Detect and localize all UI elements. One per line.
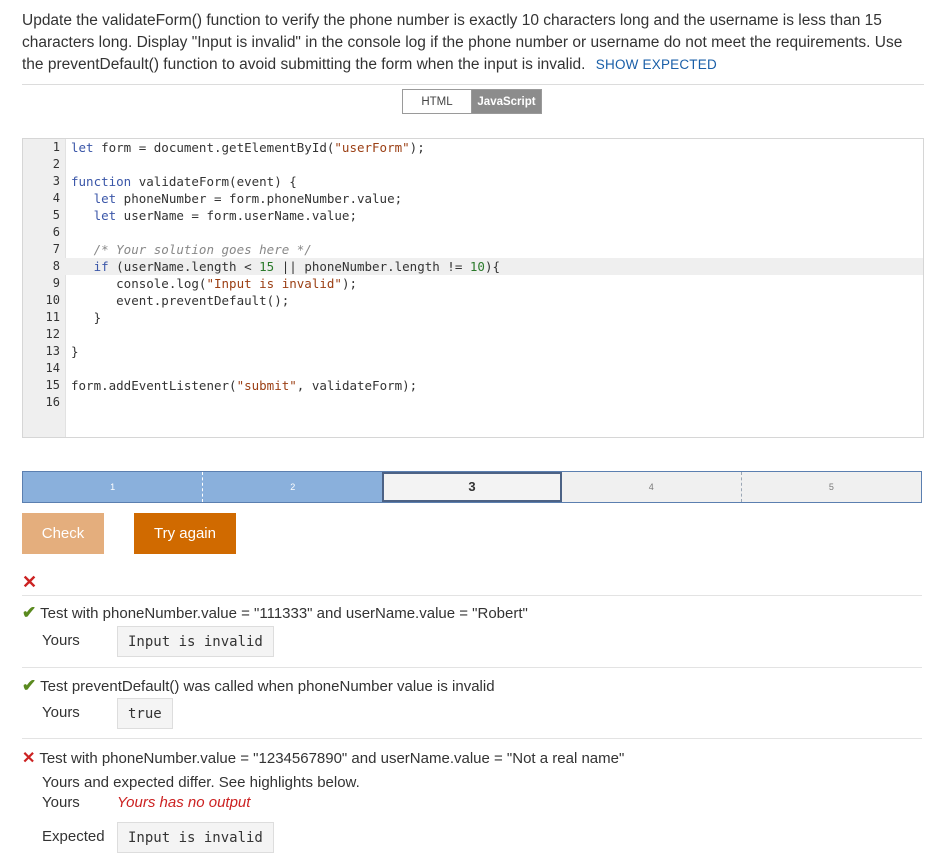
instructions-text: Update the validateForm() function to ve… — [22, 12, 903, 73]
yours-output: Input is invalid — [117, 626, 274, 657]
divider — [22, 667, 922, 668]
x-icon: ✕ — [22, 572, 38, 592]
code-text[interactable]: console.log("Input is invalid"); — [71, 275, 357, 292]
language-tabs: HTML JavaScript — [402, 89, 542, 114]
code-line[interactable]: 5 let userName = form.userName.value; — [23, 207, 923, 224]
tab-html[interactable]: HTML — [402, 89, 472, 114]
test-title: Test preventDefault() was called when ph… — [40, 678, 495, 695]
diff-message: Yours and expected differ. See highlight… — [42, 774, 360, 791]
divider — [22, 738, 922, 739]
expected-label: Expected — [42, 828, 105, 845]
check-button[interactable]: Check — [22, 513, 104, 554]
checkmark-icon: ✔ — [22, 603, 37, 622]
level-5-segment[interactable]: 5 — [741, 472, 922, 502]
line-number: 5 — [52, 208, 60, 222]
code-line[interactable]: 6 — [23, 224, 923, 241]
level-4-segment[interactable]: 4 — [561, 472, 742, 502]
code-text[interactable]: function validateForm(event) { — [71, 173, 297, 190]
test-result-2: ✔ Test preventDefault() was called when … — [22, 675, 922, 730]
code-line[interactable]: 12 — [23, 326, 923, 343]
yours-label: Yours — [42, 704, 80, 721]
line-number: 1 — [52, 140, 60, 154]
code-text[interactable]: /* Your solution goes here */ — [71, 241, 312, 258]
divider — [22, 595, 922, 596]
divider — [22, 84, 924, 85]
line-number: 2 — [52, 157, 60, 171]
code-line[interactable]: 1 let form = document.getElementById("use… — [23, 139, 923, 156]
line-number: 8 — [52, 259, 60, 273]
code-text[interactable]: let form = document.getElementById("user… — [71, 139, 425, 156]
line-number: 11 — [45, 310, 60, 324]
yours-output: true — [117, 698, 173, 729]
code-text[interactable]: } — [71, 309, 102, 326]
code-line[interactable]: 14 — [23, 360, 923, 377]
code-line[interactable]: 7 /* Your solution goes here */ — [23, 241, 923, 258]
no-output-message: Yours has no output — [117, 794, 251, 811]
line-number: 4 — [52, 191, 60, 205]
try-again-button[interactable]: Try again — [134, 513, 236, 554]
code-line[interactable]: 10 event.preventDefault(); — [23, 292, 923, 309]
line-number: 3 — [52, 174, 60, 188]
line-number: 12 — [45, 327, 60, 341]
line-number: 9 — [52, 276, 60, 290]
code-line[interactable]: 8 if (userName.length < 15 || phoneNumbe… — [23, 258, 923, 275]
code-text[interactable]: } — [71, 343, 79, 360]
tab-javascript[interactable]: JavaScript — [472, 89, 542, 114]
checkmark-icon: ✔ — [22, 676, 37, 695]
code-line[interactable]: 11 } — [23, 309, 923, 326]
code-line[interactable]: 9 console.log("Input is invalid"); — [23, 275, 923, 292]
test-title: Test with phoneNumber.value = "111333" a… — [40, 605, 528, 622]
code-text[interactable]: let phoneNumber = form.phoneNumber.value… — [71, 190, 403, 207]
line-number: 10 — [45, 293, 60, 307]
code-line[interactable]: 16 — [23, 394, 923, 411]
show-expected-link[interactable]: SHOW EXPECTED — [596, 57, 717, 72]
code-line[interactable]: 13} — [23, 343, 923, 360]
line-number: 15 — [45, 378, 60, 392]
code-text[interactable]: event.preventDefault(); — [71, 292, 289, 309]
line-number: 13 — [45, 344, 60, 358]
code-line[interactable]: 2 — [23, 156, 923, 173]
yours-label: Yours — [42, 632, 80, 649]
test-result-3: ✕ Test with phoneNumber.value = "1234567… — [22, 748, 922, 854]
level-2-segment[interactable]: 2 — [203, 472, 383, 502]
yours-label: Yours — [42, 794, 80, 811]
line-number: 7 — [52, 242, 60, 256]
code-line[interactable]: 4 let phoneNumber = form.phoneNumber.val… — [23, 190, 923, 207]
line-number: 6 — [52, 225, 60, 239]
level-3-segment[interactable]: 3 — [382, 472, 562, 502]
code-text[interactable]: if (userName.length < 15 || phoneNumber.… — [71, 258, 500, 275]
test-result-1: ✔ Test with phoneNumber.value = "111333"… — [22, 602, 922, 658]
line-number: 16 — [45, 395, 60, 409]
x-icon: ✕ — [22, 750, 36, 767]
code-editor[interactable]: 1 let form = document.getElementById("use… — [22, 138, 924, 438]
code-line[interactable]: 3 function validateForm(event) { — [23, 173, 923, 190]
level-progress-bar: 12345 — [22, 471, 922, 503]
line-number: 14 — [45, 361, 60, 375]
code-line[interactable]: 15 form.addEventListener("submit", valida… — [23, 377, 923, 394]
instructions: Update the validateForm() function to ve… — [22, 10, 922, 76]
code-text[interactable]: form.addEventListener("submit", validate… — [71, 377, 417, 394]
test-title: Test with phoneNumber.value = "123456789… — [39, 750, 625, 767]
expected-output: Input is invalid — [117, 822, 274, 853]
level-1-segment[interactable]: 1 — [23, 472, 204, 502]
code-lines[interactable]: 1 let form = document.getElementById("use… — [23, 139, 923, 411]
code-text[interactable]: let userName = form.userName.value; — [71, 207, 357, 224]
